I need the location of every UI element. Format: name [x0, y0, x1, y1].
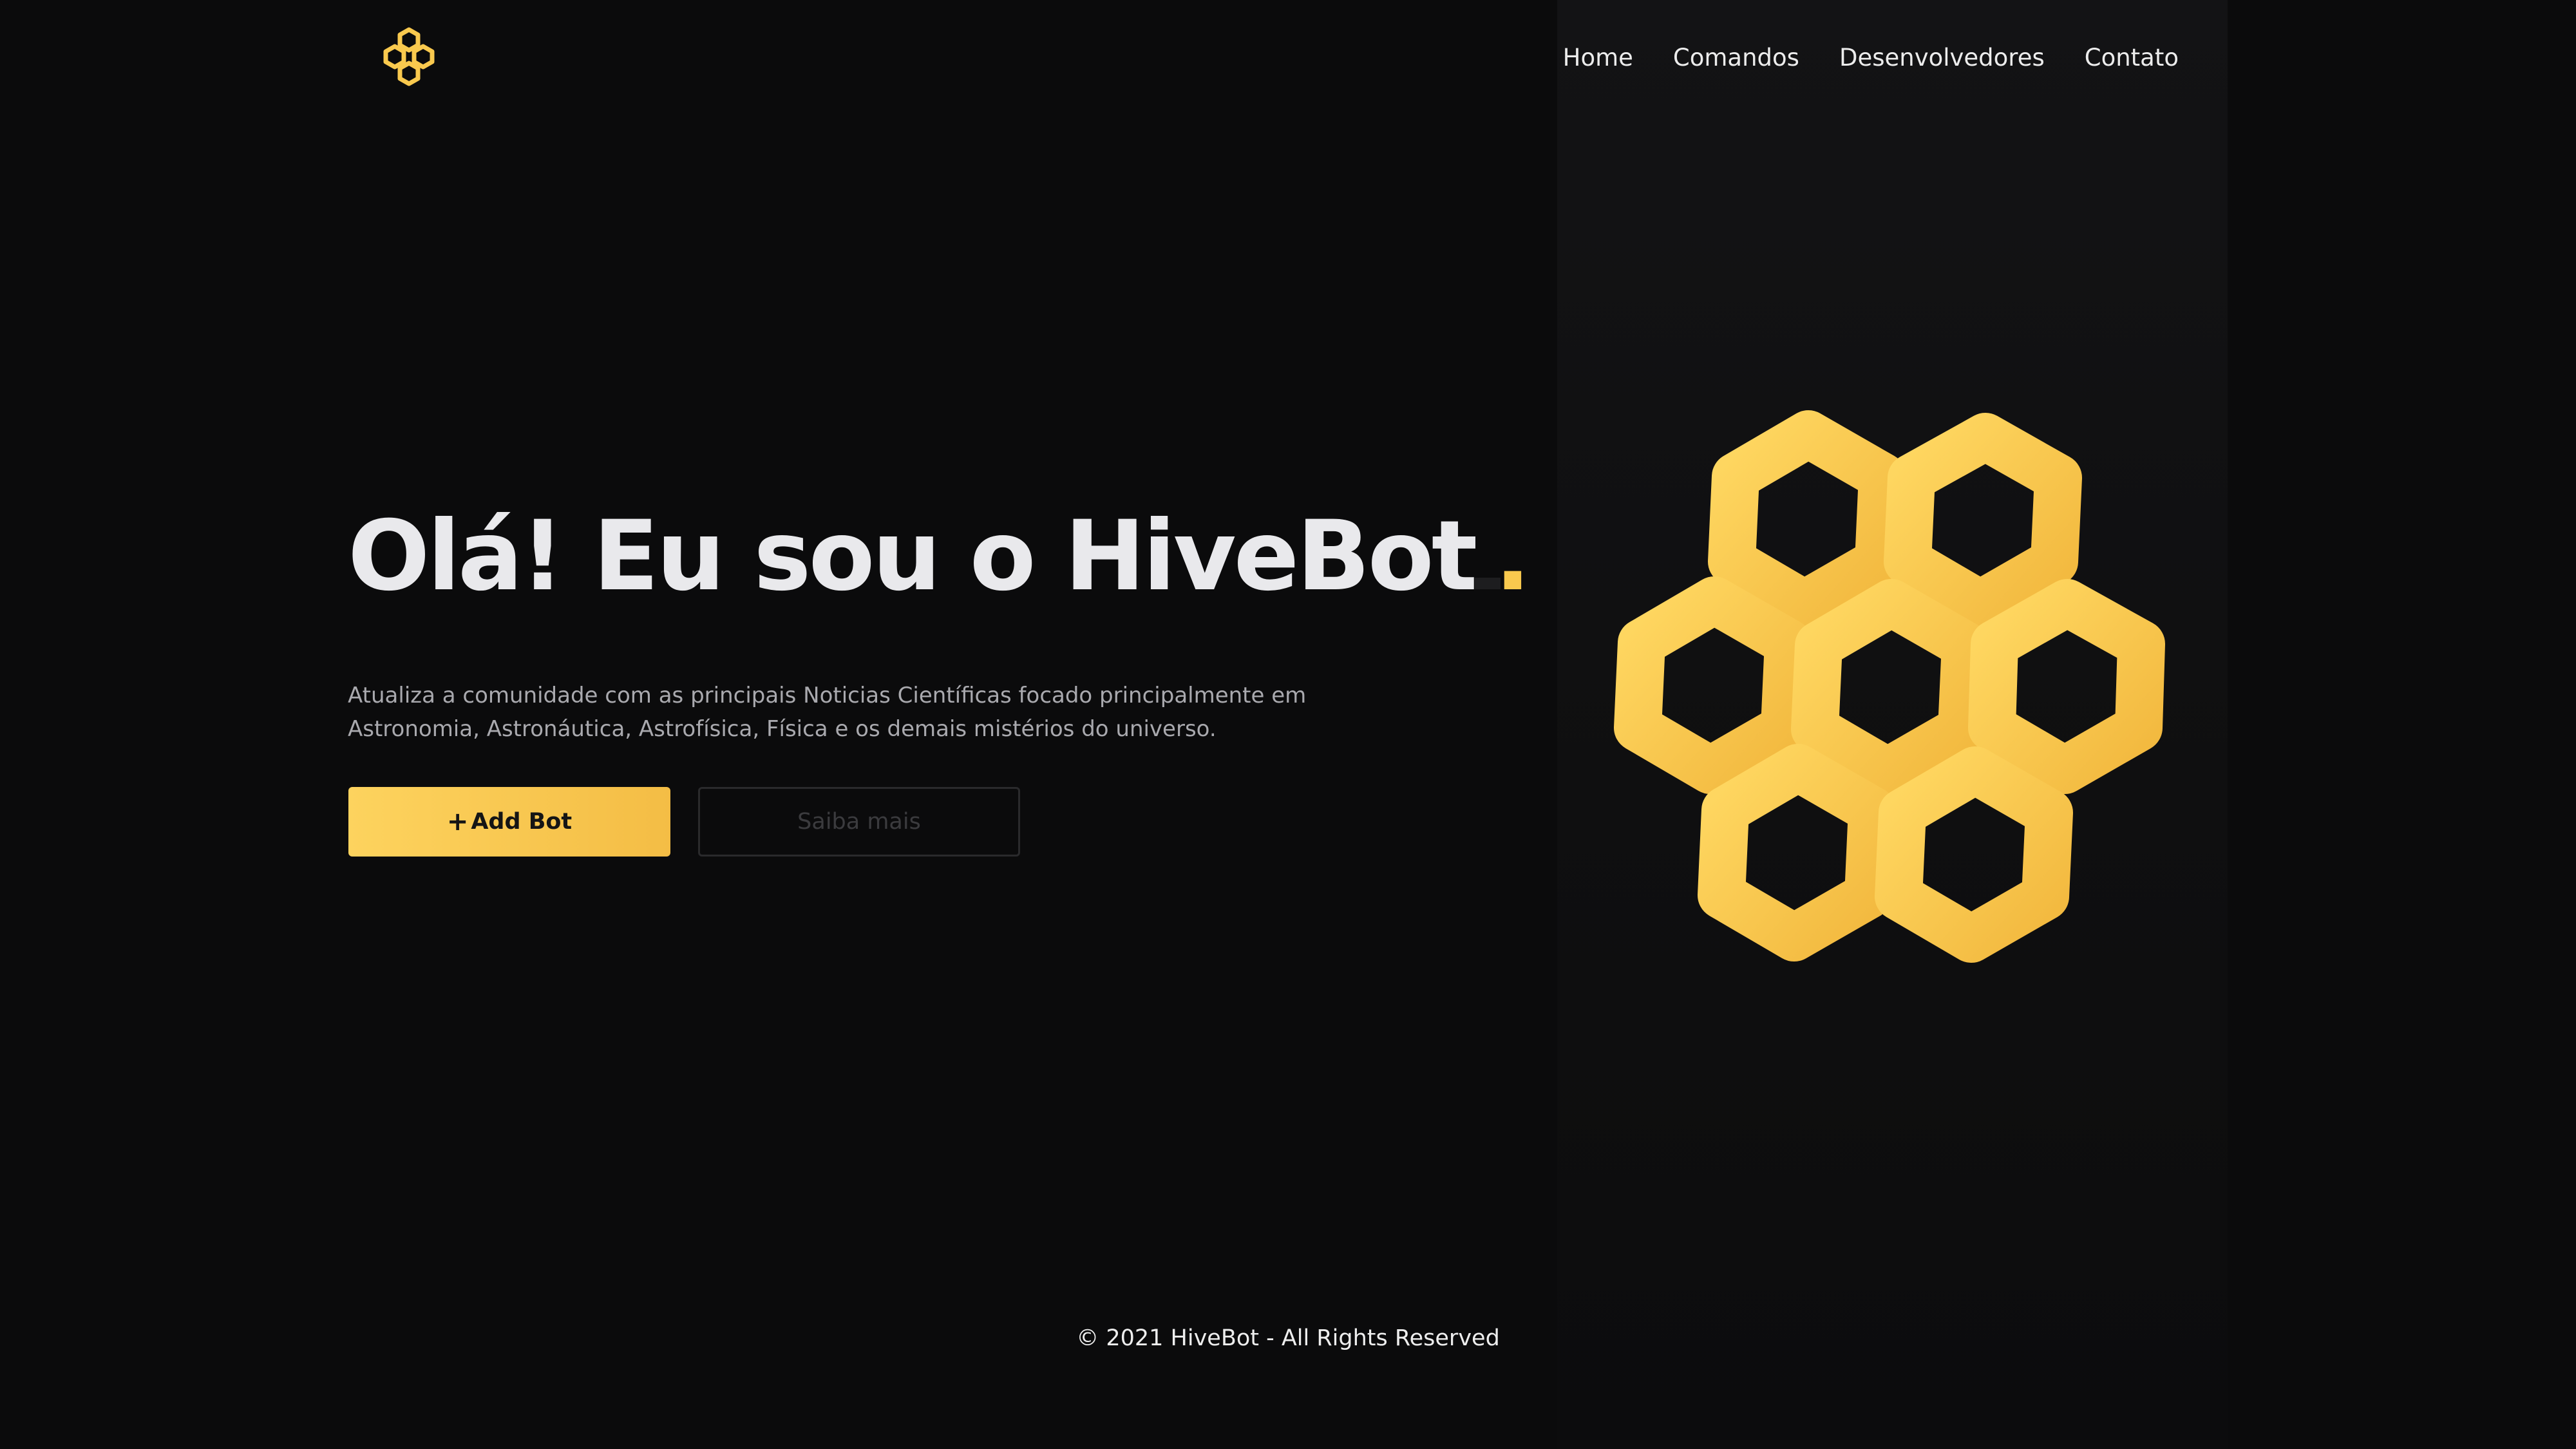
nav-contato-link[interactable]: Contato	[2085, 44, 2179, 71]
honeycomb-hero-icon	[1614, 410, 2165, 963]
nav-home-link[interactable]: Home	[1563, 44, 1633, 71]
add-bot-button[interactable]: + Add Bot	[348, 787, 670, 857]
hero-title: Olá! Eu sou o HiveBot.	[348, 504, 1531, 610]
nav-desenvolvedores-link[interactable]: Desenvolvedores	[1839, 44, 2045, 71]
saiba-mais-label: Saiba mais	[797, 809, 921, 835]
honeycomb-logo-icon[interactable]	[375, 24, 443, 93]
footer-copyright: © 2021 HiveBot - All Rights Reserved	[1076, 1325, 1500, 1351]
main-nav: Home Comandos Desenvolvedores Contato	[1563, 44, 2179, 71]
saiba-mais-button[interactable]: Saiba mais	[698, 787, 1020, 857]
add-bot-label: Add Bot	[471, 809, 573, 835]
hero-description: Atualiza a comunidade com as principais …	[348, 683, 1307, 742]
nav-comandos-link[interactable]: Comandos	[1673, 44, 1799, 71]
hero-title-text: Olá! Eu sou o HiveBot	[348, 500, 1477, 612]
hero-title-dot: .	[1475, 500, 1531, 612]
plus-icon: +	[446, 807, 469, 837]
